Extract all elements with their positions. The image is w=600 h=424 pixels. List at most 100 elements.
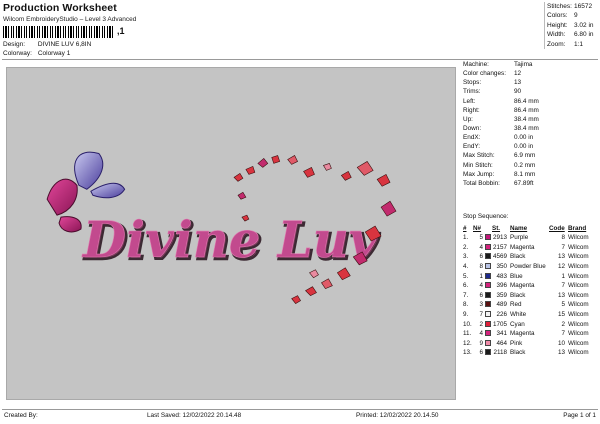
software-name: Wilcom EmbroideryStudio – Level 3 Advanc… bbox=[3, 16, 137, 23]
stop-num: 13. bbox=[463, 349, 472, 357]
info-value: 12 bbox=[514, 70, 522, 78]
info-label: Right: bbox=[463, 106, 480, 114]
stop-num: 7. bbox=[463, 291, 469, 299]
stop-stitches: 396 bbox=[496, 282, 507, 290]
stat-row: Zoom: 1:1 bbox=[547, 40, 598, 49]
stop-needle: 6 bbox=[479, 291, 483, 299]
stop-row: 10. 2 1705 Cyan 2 Wilcom bbox=[463, 319, 597, 329]
stop-color-name: Purple bbox=[510, 234, 529, 242]
stop-stitches: 2118 bbox=[493, 349, 507, 357]
info-value: 6.9 mm bbox=[514, 152, 536, 160]
stop-brand: Wilcom bbox=[568, 282, 589, 290]
stop-num: 3. bbox=[463, 253, 469, 261]
stop-brand: Wilcom bbox=[568, 253, 589, 261]
info-row: EndX: 0.00 in bbox=[463, 133, 597, 142]
info-value: 38.4 mm bbox=[514, 124, 539, 132]
page-number: Page 1 of 1 bbox=[563, 412, 596, 419]
butterfly-icon bbox=[74, 151, 126, 199]
stop-color-name: Red bbox=[510, 301, 522, 309]
machine-info: Machine: Tajima Color changes: 12 Stops: 13… bbox=[463, 60, 597, 188]
last-saved: Last Saved: 12/02/2022 20.14.48 bbox=[147, 412, 242, 419]
stop-header-row: # N# St. Name Code Brand bbox=[463, 223, 597, 233]
stop-brand: Wilcom bbox=[568, 243, 589, 251]
info-value: 13 bbox=[514, 79, 522, 87]
stat-value: 6.80 in bbox=[574, 31, 594, 39]
info-value: 86.4 mm bbox=[514, 106, 539, 114]
color-swatch bbox=[485, 320, 491, 327]
info-row: EndY: 0.00 in bbox=[463, 142, 597, 151]
stop-num: 8. bbox=[463, 301, 469, 309]
stop-row: 8. 3 489 Red 5 Wilcom bbox=[463, 300, 597, 310]
stat-row: Stitches: 16572 bbox=[547, 2, 598, 11]
info-value: 67.89ft bbox=[514, 179, 534, 187]
color-swatch bbox=[485, 301, 491, 308]
info-value: 0.00 in bbox=[514, 143, 534, 151]
barcode bbox=[3, 26, 115, 38]
color-swatch bbox=[485, 282, 491, 289]
stop-swatch bbox=[483, 233, 492, 243]
info-row: Trims: 90 bbox=[463, 87, 597, 96]
col-swatch bbox=[483, 223, 492, 233]
stop-needle: 3 bbox=[479, 301, 483, 309]
info-value: Tajima bbox=[514, 61, 533, 68]
stop-code: 7 bbox=[561, 330, 565, 338]
stop-swatch bbox=[483, 339, 492, 349]
color-swatch bbox=[485, 234, 491, 241]
info-value: 86.4 mm bbox=[514, 97, 539, 105]
info-label: Trims: bbox=[463, 88, 481, 96]
col-code: Code bbox=[549, 224, 565, 232]
stop-brand: Wilcom bbox=[568, 330, 589, 338]
stop-color-name: Magenta bbox=[510, 282, 535, 290]
colorway-value: Colorway 1 bbox=[37, 50, 71, 57]
stop-stitches: 341 bbox=[496, 330, 507, 338]
stop-row: 13. 6 2118 Black 13 Wilcom bbox=[463, 348, 597, 358]
col-stitches: St. bbox=[492, 224, 501, 232]
color-swatch bbox=[485, 243, 491, 250]
stop-needle: 6 bbox=[479, 349, 483, 357]
info-label: Max Jump: bbox=[463, 170, 495, 178]
stop-brand: Wilcom bbox=[568, 234, 589, 242]
stop-code: 12 bbox=[557, 263, 565, 271]
info-label: Left: bbox=[463, 97, 476, 105]
stop-stitches: 464 bbox=[496, 339, 507, 347]
stop-color-name: Black bbox=[510, 349, 526, 357]
stop-brand: Wilcom bbox=[568, 291, 589, 299]
stop-code: 10 bbox=[557, 339, 565, 347]
colorway-row: Colorway: Colorway 1 bbox=[3, 50, 70, 57]
created-by: Created By: bbox=[4, 412, 38, 419]
stop-swatch bbox=[483, 310, 492, 320]
info-row: Color changes: 12 bbox=[463, 69, 597, 78]
stop-swatch bbox=[483, 348, 492, 358]
col-name: Name bbox=[510, 224, 528, 232]
color-swatch bbox=[485, 272, 491, 279]
stop-num: 10. bbox=[463, 320, 472, 328]
info-value: 38.4 mm bbox=[514, 115, 539, 123]
color-swatch bbox=[485, 330, 491, 337]
stat-value: 1:1 bbox=[574, 40, 584, 48]
design-label: Design: bbox=[3, 41, 26, 48]
info-row: Machine: Tajima bbox=[463, 60, 597, 69]
stop-brand: Wilcom bbox=[568, 320, 589, 328]
stop-color-name: Black bbox=[510, 253, 526, 261]
stop-needle: 4 bbox=[479, 282, 483, 290]
design-artwork: Divine Luv Divine Luv bbox=[46, 151, 397, 304]
colorway-label: Colorway: bbox=[3, 50, 32, 57]
info-row: Right: 86.4 mm bbox=[463, 106, 597, 115]
stop-num: 2. bbox=[463, 243, 469, 251]
stop-stitches: 350 bbox=[496, 263, 507, 271]
stop-sequence-table: # N# St. Name Code Brand 1. 5 2913 Purple 8 W… bbox=[463, 223, 597, 358]
printed-date: Printed: 12/02/2022 20.14.50 bbox=[356, 412, 439, 419]
stop-num: 12. bbox=[463, 339, 472, 347]
stop-row: 11. 4 341 Magenta 7 Wilcom bbox=[463, 329, 597, 339]
stop-num: 1. bbox=[463, 234, 469, 242]
info-value: 8.1 mm bbox=[514, 170, 536, 178]
info-label: Up: bbox=[463, 115, 473, 123]
design-preview: Divine Luv Divine Luv bbox=[6, 67, 456, 400]
design-text-highlight: Divine Luv bbox=[81, 210, 379, 269]
info-row: Down: 38.4 mm bbox=[463, 124, 597, 133]
info-row: Stops: 13 bbox=[463, 78, 597, 87]
stat-value: 16572 bbox=[574, 3, 593, 10]
color-swatch bbox=[485, 311, 491, 318]
stop-brand: Wilcom bbox=[568, 263, 589, 271]
info-label: EndY: bbox=[463, 143, 481, 151]
